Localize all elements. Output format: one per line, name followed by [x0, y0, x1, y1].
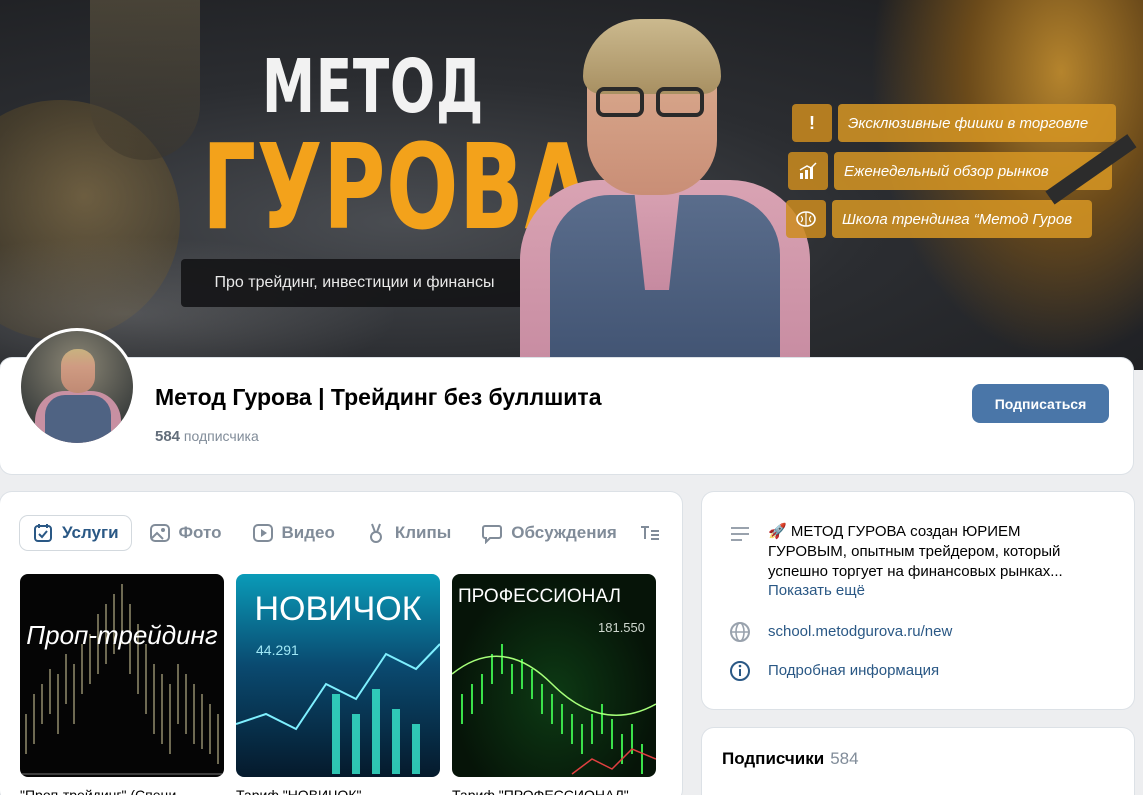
followers-card[interactable]: Подписчики 584 — [702, 728, 1134, 795]
bar-chart-icon — [788, 152, 828, 190]
cover-banner: МЕТОД ГУРОВА Про трейдинг, инвестиции и … — [0, 0, 1143, 370]
cover-feature-label: Эксклюзивные фишки в торговле — [838, 104, 1116, 142]
trophy-decoration — [90, 0, 200, 160]
details-link[interactable]: Подробная информация — [768, 659, 939, 683]
show-more-link[interactable]: Показать ещё — [768, 582, 1098, 599]
description-lines-icon — [728, 522, 752, 546]
tab-video[interactable]: Видео — [240, 516, 347, 550]
followers-header: Подписчики 584 — [722, 749, 859, 769]
product-card-pro[interactable]: ПРОФЕССИОНАЛ 181.550 Тариф "ПРОФЕССИОНАЛ… — [452, 574, 656, 795]
photo-icon — [149, 522, 171, 544]
tab-label: Услуги — [62, 523, 119, 542]
subscribers-count[interactable]: 584 подписчика — [155, 428, 259, 445]
product-title: Тариф "ПРОФЕССИОНАЛ" — [452, 787, 629, 795]
community-avatar[interactable] — [18, 328, 136, 446]
tab-clips[interactable]: Клипы — [353, 516, 463, 550]
product-card-prop[interactable]: Проп-трейдинг "Проп-трейдинг" (Специ... — [20, 574, 224, 795]
page-title: Метод Гурова | Трейдинг без буллшита — [155, 384, 602, 410]
thumb-caption: НОВИЧОК — [254, 590, 422, 628]
section-tabs: Услуги Фото Видео Клипы Обсуждения — [20, 516, 679, 550]
chat-icon — [481, 522, 503, 545]
product-title: "Проп-трейдинг" (Специ... — [20, 787, 188, 795]
more-tabs-button[interactable] — [635, 516, 673, 550]
cover-tagline: Про трейдинг, инвестиции и финансы — [181, 259, 528, 307]
thumb-number: 44.291 — [256, 642, 299, 658]
tab-discussions[interactable]: Обсуждения — [469, 516, 629, 550]
thumb-caption: Проп-трейдинг — [26, 620, 218, 650]
content-card: Услуги Фото Видео Клипы Обсуждения Проп-… — [0, 492, 682, 795]
website-row: school.metodgurova.ru/new — [728, 620, 952, 644]
cover-feature-label: Школа трендинга “Метод Гуров — [832, 200, 1092, 238]
tab-label: Видео — [281, 523, 335, 542]
tab-label: Обсуждения — [511, 523, 617, 542]
community-description: 🚀 МЕТОД ГУРОВА создан ЮРИЕМ ГУРОВЫМ, опы… — [768, 523, 1063, 580]
cover-title-line1: МЕТОД — [262, 44, 485, 130]
tab-label: Фото — [178, 523, 222, 542]
cover-portrait — [505, 15, 825, 370]
info-icon — [728, 659, 752, 683]
list-more-icon — [639, 522, 661, 544]
product-thumbnail: ПРОФЕССИОНАЛ 181.550 — [452, 574, 656, 777]
description-row: 🚀 МЕТОД ГУРОВА создан ЮРИЕМ ГУРОВЫМ, опы… — [728, 522, 1098, 599]
cover-feature-1: ! Эксклюзивные фишки в торговле — [792, 104, 1116, 142]
services-list: Проп-трейдинг "Проп-трейдинг" (Специ... … — [20, 574, 668, 795]
info-card: 🚀 МЕТОД ГУРОВА создан ЮРИЕМ ГУРОВЫМ, опы… — [702, 492, 1134, 709]
brain-icon — [786, 200, 826, 238]
thumb-number: 181.550 — [598, 620, 645, 635]
tab-label: Клипы — [394, 523, 452, 542]
avatar — [21, 331, 133, 443]
exclamation-icon: ! — [792, 104, 832, 142]
globe-icon — [728, 620, 752, 644]
tab-photos[interactable]: Фото — [137, 516, 234, 550]
community-header — [0, 358, 1133, 474]
cover-feature-3: Школа трендинга “Метод Гуров — [786, 200, 1092, 238]
thumb-caption: ПРОФЕССИОНАЛ — [458, 586, 621, 607]
subscribe-button[interactable]: Подписаться — [972, 384, 1109, 423]
details-row: Подробная информация — [728, 659, 939, 683]
product-thumbnail: НОВИЧОК 44.291 — [236, 574, 440, 777]
followers-count: 584 — [830, 749, 859, 768]
product-title: Тариф "НОВИЧОК" — [236, 787, 362, 795]
subscribers-number: 584 — [155, 428, 181, 445]
tab-services[interactable]: Услуги — [20, 516, 131, 550]
product-thumbnail: Проп-трейдинг — [20, 574, 224, 777]
followers-label: Подписчики — [722, 749, 825, 768]
video-icon — [252, 522, 274, 544]
product-card-novice[interactable]: НОВИЧОК 44.291 Тариф "НОВИЧОК" — [236, 574, 440, 795]
subscribers-label: подписчика — [183, 428, 259, 444]
calendar-check-icon — [32, 522, 54, 544]
clips-icon — [365, 522, 387, 544]
website-link[interactable]: school.metodgurova.ru/new — [768, 620, 952, 644]
